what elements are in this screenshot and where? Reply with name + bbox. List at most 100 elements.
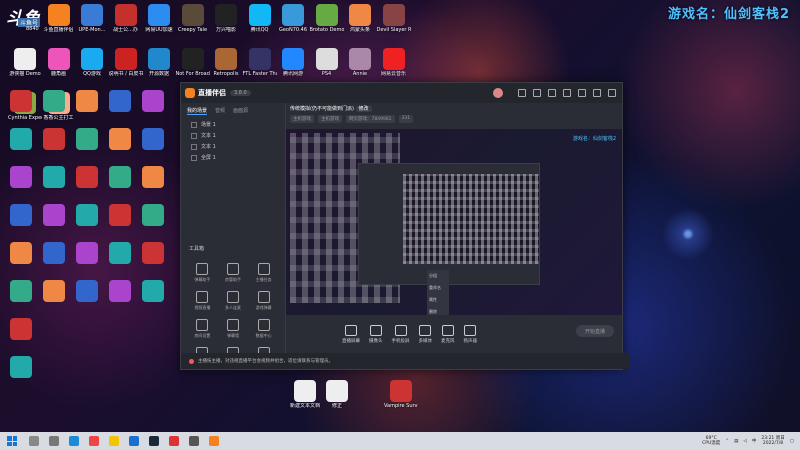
search-icon[interactable] xyxy=(29,436,39,446)
desktop-icon[interactable]: 腾讯QQ xyxy=(243,4,277,33)
tool-video[interactable]: 视频直播 xyxy=(187,291,218,311)
tool-room-settings[interactable]: 房间设置 xyxy=(187,319,218,339)
tab-audio[interactable]: 音频 xyxy=(215,107,225,115)
desktop-icon[interactable]: Brotato Demo xyxy=(310,4,344,33)
chrome-icon[interactable] xyxy=(89,436,99,446)
desktop-icon[interactable]: 万兴喵影 xyxy=(209,4,243,33)
desktop-icon[interactable] xyxy=(37,242,71,264)
desktop-icon[interactable]: Devil Slayer Raksasi xyxy=(377,4,411,33)
desktop-icon[interactable]: 游侠猫 Demo xyxy=(8,48,42,77)
desktop-icon[interactable] xyxy=(103,128,137,150)
desktop-icon[interactable] xyxy=(70,242,104,264)
desktop-icon[interactable]: 说明书 / 白皮书 xyxy=(109,48,143,77)
desktop-icon[interactable] xyxy=(4,356,38,378)
desktop-icon[interactable] xyxy=(103,166,137,188)
scene-item[interactable]: 文本 1 xyxy=(181,141,285,152)
stream-preview[interactable]: 游戏名：仙剑客栈2 分组 重命名 属性 删除 xyxy=(286,129,622,315)
desktop-icon[interactable]: 鹿角画 xyxy=(42,48,76,77)
menu-item[interactable]: 属性 xyxy=(427,294,449,306)
volume-icon[interactable]: ◁ xyxy=(743,439,746,444)
desktop-icon[interactable] xyxy=(4,128,38,150)
desktop-icon[interactable]: 腾讯网游 xyxy=(276,48,310,77)
file-explorer-icon[interactable] xyxy=(109,436,119,446)
desktop-icon[interactable] xyxy=(103,90,137,112)
notification-icon[interactable]: ▢ xyxy=(790,439,794,444)
maximize-icon[interactable] xyxy=(593,89,601,97)
screen-capture-button[interactable]: 直播屏幕 xyxy=(342,324,360,344)
desktop-icon[interactable]: Not For Broadcast xyxy=(176,48,210,77)
desktop-icon[interactable] xyxy=(37,204,71,226)
steam-icon[interactable] xyxy=(149,436,159,446)
phone-cast-button[interactable]: 手机投屏 xyxy=(392,324,410,344)
camera-button[interactable]: 摄像头 xyxy=(369,324,383,344)
desktop-icon[interactable] xyxy=(103,280,137,302)
settings-icon[interactable] xyxy=(518,89,526,97)
desktop-icon[interactable]: 战士公...办 xyxy=(109,4,143,33)
desktop-icon[interactable] xyxy=(136,280,170,302)
edge-icon[interactable] xyxy=(69,436,79,446)
tab-sources[interactable]: 画面源 xyxy=(233,107,248,115)
media-button[interactable]: 多媒体 xyxy=(419,324,432,344)
desktop-icon[interactable] xyxy=(136,128,170,150)
desktop-icon[interactable]: 斗鱼直播伴侣 xyxy=(42,4,76,33)
desktop-icon[interactable]: FTL Faster Than Light xyxy=(243,48,277,77)
tool-room-manager[interactable]: 房管助手 xyxy=(218,263,249,283)
desktop-icon[interactable] xyxy=(4,242,38,264)
windows-start-icon[interactable] xyxy=(7,436,17,446)
category-tag[interactable]: 主机游戏 xyxy=(318,115,342,123)
desktop-icon[interactable]: 鸿蒙头条 xyxy=(343,4,377,33)
tool-data-center[interactable]: 数据中心 xyxy=(248,319,279,339)
desktop-icon[interactable] xyxy=(70,204,104,226)
store-icon[interactable] xyxy=(129,436,139,446)
desktop-icon[interactable]: 网易UU加速 xyxy=(142,4,176,33)
douyu-icon[interactable] xyxy=(209,436,219,446)
app-icon[interactable] xyxy=(189,436,199,446)
netease-icon[interactable] xyxy=(169,436,179,446)
scene-item[interactable]: 文本 1 xyxy=(181,130,285,141)
task-view-icon[interactable] xyxy=(49,436,59,446)
desktop-icon[interactable]: GeoN70.46 xyxy=(276,4,310,33)
tab-scenes[interactable]: 我的场景 xyxy=(187,107,208,115)
avatar[interactable] xyxy=(493,88,503,98)
desktop-icon[interactable] xyxy=(70,90,104,112)
desktop-icon[interactable]: QQ游戏 xyxy=(75,48,109,77)
desktop-icon[interactable] xyxy=(4,318,38,340)
desktop-file-icon[interactable]: 修正 xyxy=(320,380,354,409)
chevron-up-icon[interactable]: ⌃ xyxy=(725,439,729,444)
desktop-icon[interactable]: Creepy Tale xyxy=(176,4,210,33)
desktop-icon[interactable] xyxy=(70,128,104,150)
desktop-icon[interactable]: Retropolis xyxy=(209,48,243,77)
desktop-icon[interactable] xyxy=(37,280,71,302)
desktop-icon[interactable] xyxy=(136,166,170,188)
tool-game-danmu[interactable]: 游戏弹幕 xyxy=(248,291,279,311)
menu-item[interactable]: 分组 xyxy=(427,270,449,282)
desktop-icon[interactable] xyxy=(103,242,137,264)
desktop-file-icon[interactable]: 新建文本文档 xyxy=(288,380,322,409)
desktop-icon[interactable]: PS4 xyxy=(310,48,344,77)
menu-item[interactable]: 删除 xyxy=(427,306,449,315)
desktop-icon[interactable] xyxy=(37,90,71,112)
desktop-icon[interactable] xyxy=(4,280,38,302)
desktop-icon[interactable] xyxy=(70,280,104,302)
tool-danmu-wall[interactable]: 弹幕墙 xyxy=(218,319,249,339)
speaker-button[interactable]: 扬声器 xyxy=(464,324,477,344)
menu-icon[interactable] xyxy=(563,89,571,97)
desktop-icon[interactable]: Annie xyxy=(343,48,377,77)
desktop-icon[interactable] xyxy=(37,166,71,188)
desktop-icon[interactable] xyxy=(4,166,38,188)
cpu-temp[interactable]: 69°C CPU温度 xyxy=(702,436,720,446)
desktop-icon[interactable] xyxy=(4,90,38,112)
desktop-icon[interactable] xyxy=(37,128,71,150)
start-live-button[interactable]: 开始直播 xyxy=(576,325,614,337)
desktop-icon[interactable]: UPE-Mon... xyxy=(75,4,109,33)
desktop-icon[interactable]: 开源数据 xyxy=(142,48,176,77)
scene-item[interactable]: 全屏 1 xyxy=(181,152,285,163)
clock[interactable]: 23:21 周日 2022/7/8 xyxy=(761,436,784,446)
desktop-icon[interactable] xyxy=(136,242,170,264)
desktop-icon[interactable]: 网易云音乐 xyxy=(377,48,411,77)
edit-title-button[interactable]: 修改 xyxy=(355,106,372,112)
network-icon[interactable]: ▤ xyxy=(734,439,738,444)
tool-tasks[interactable]: 主播任务 xyxy=(248,263,279,283)
close-icon[interactable] xyxy=(608,89,616,97)
tool-multi-mic[interactable]: 多人连麦 xyxy=(218,291,249,311)
